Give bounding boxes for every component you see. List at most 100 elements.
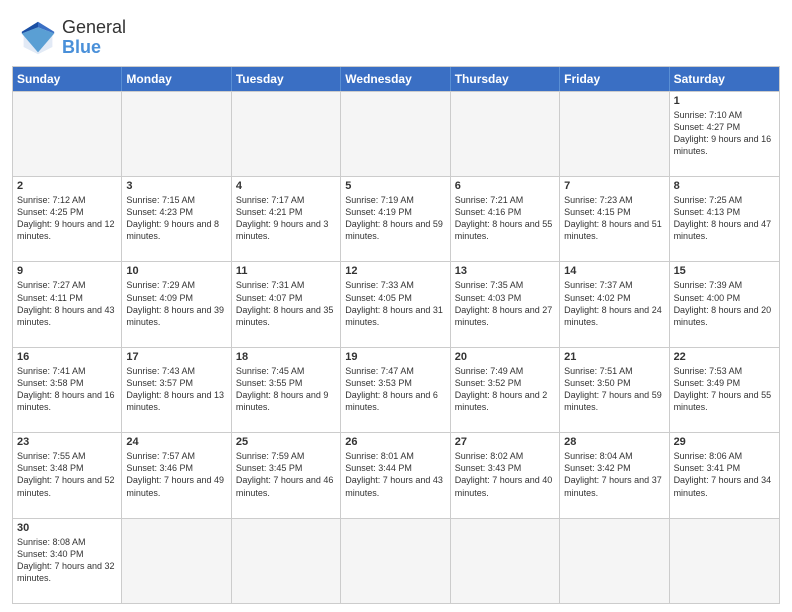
cell-sun-info: Sunrise: 8:01 AMSunset: 3:44 PMDaylight:…: [345, 450, 445, 499]
day-number: 27: [455, 436, 555, 448]
day-number: 5: [345, 180, 445, 192]
header-day-sunday: Sunday: [13, 67, 122, 91]
cell-sun-info: Sunrise: 7:43 AMSunset: 3:57 PMDaylight:…: [126, 365, 226, 414]
day-number: 25: [236, 436, 336, 448]
empty-cell: [122, 92, 231, 176]
day-number: 30: [17, 522, 117, 534]
day-cell-11: 11 Sunrise: 7:31 AMSunset: 4:07 PMDayligh…: [232, 262, 341, 346]
empty-cell: [451, 519, 560, 603]
logo-icon: [20, 20, 56, 56]
day-cell-4: 4 Sunrise: 7:17 AMSunset: 4:21 PMDaylight…: [232, 177, 341, 261]
day-number: 19: [345, 351, 445, 363]
cell-sun-info: Sunrise: 7:37 AMSunset: 4:02 PMDaylight:…: [564, 279, 664, 328]
empty-cell: [670, 519, 779, 603]
day-cell-13: 13 Sunrise: 7:35 AMSunset: 4:03 PMDayligh…: [451, 262, 560, 346]
day-number: 6: [455, 180, 555, 192]
day-cell-14: 14 Sunrise: 7:37 AMSunset: 4:02 PMDayligh…: [560, 262, 669, 346]
header-day-wednesday: Wednesday: [341, 67, 450, 91]
day-number: 20: [455, 351, 555, 363]
day-number: 9: [17, 265, 117, 277]
day-cell-1: 1 Sunrise: 7:10 AMSunset: 4:27 PMDaylight…: [670, 92, 779, 176]
cell-sun-info: Sunrise: 7:55 AMSunset: 3:48 PMDaylight:…: [17, 450, 117, 499]
cell-sun-info: Sunrise: 7:21 AMSunset: 4:16 PMDaylight:…: [455, 194, 555, 243]
calendar-row-1: 2Sunrise: 7:12 AMSunset: 4:25 PMDaylight…: [13, 176, 779, 261]
day-number: 26: [345, 436, 445, 448]
header-day-tuesday: Tuesday: [232, 67, 341, 91]
cell-sun-info: Sunrise: 7:35 AMSunset: 4:03 PMDaylight:…: [455, 279, 555, 328]
calendar-row-0: 1 Sunrise: 7:10 AMSunset: 4:27 PMDaylight…: [13, 91, 779, 176]
day-number: 29: [674, 436, 775, 448]
day-cell-3: 3 Sunrise: 7:15 AMSunset: 4:23 PMDaylight…: [122, 177, 231, 261]
page: General Blue SundayMondayTuesdayWednesda…: [0, 0, 792, 612]
day-number: 3: [126, 180, 226, 192]
day-cell-25: 25Sunrise: 7:59 AMSunset: 3:45 PMDayligh…: [232, 433, 341, 517]
header-day-monday: Monday: [122, 67, 231, 91]
cell-sun-info: Sunrise: 7:19 AMSunset: 4:19 PMDaylight:…: [345, 194, 445, 243]
day-number: 10: [126, 265, 226, 277]
calendar-row-2: 9Sunrise: 7:27 AMSunset: 4:11 PMDaylight…: [13, 261, 779, 346]
cell-sun-info: Sunrise: 7:47 AMSunset: 3:53 PMDaylight:…: [345, 365, 445, 414]
cell-sun-info: Sunrise: 8:02 AMSunset: 3:43 PMDaylight:…: [455, 450, 555, 499]
day-number: 24: [126, 436, 226, 448]
cell-sun-info: Sunrise: 7:10 AMSunset: 4:27 PMDaylight:…: [674, 109, 775, 158]
day-cell-24: 24 Sunrise: 7:57 AMSunset: 3:46 PMDayligh…: [122, 433, 231, 517]
day-cell-26: 26 Sunrise: 8:01 AMSunset: 3:44 PMDayligh…: [341, 433, 450, 517]
day-number: 8: [674, 180, 775, 192]
empty-cell: [560, 519, 669, 603]
logo-text: General Blue: [62, 18, 126, 58]
day-cell-17: 17 Sunrise: 7:43 AMSunset: 3:57 PMDayligh…: [122, 348, 231, 432]
day-number: 17: [126, 351, 226, 363]
header-day-thursday: Thursday: [451, 67, 560, 91]
day-number: 15: [674, 265, 775, 277]
day-cell-22: 22Sunrise: 7:53 AMSunset: 3:49 PMDayligh…: [670, 348, 779, 432]
day-number: 11: [236, 265, 336, 277]
cell-sun-info: Sunrise: 7:57 AMSunset: 3:46 PMDaylight:…: [126, 450, 226, 499]
day-cell-19: 19 Sunrise: 7:47 AMSunset: 3:53 PMDayligh…: [341, 348, 450, 432]
cell-sun-info: Sunrise: 7:25 AMSunset: 4:13 PMDaylight:…: [674, 194, 775, 243]
day-cell-2: 2Sunrise: 7:12 AMSunset: 4:25 PMDaylight…: [13, 177, 122, 261]
header: General Blue: [0, 0, 792, 66]
empty-cell: [232, 92, 341, 176]
day-number: 4: [236, 180, 336, 192]
cell-sun-info: Sunrise: 7:31 AMSunset: 4:07 PMDaylight:…: [236, 279, 336, 328]
day-number: 16: [17, 351, 117, 363]
day-number: 21: [564, 351, 664, 363]
cell-sun-info: Sunrise: 7:33 AMSunset: 4:05 PMDaylight:…: [345, 279, 445, 328]
empty-cell: [560, 92, 669, 176]
calendar: SundayMondayTuesdayWednesdayThursdayFrid…: [12, 66, 780, 604]
header-day-friday: Friday: [560, 67, 669, 91]
calendar-row-4: 23Sunrise: 7:55 AMSunset: 3:48 PMDayligh…: [13, 432, 779, 517]
empty-cell: [451, 92, 560, 176]
cell-sun-info: Sunrise: 7:17 AMSunset: 4:21 PMDaylight:…: [236, 194, 336, 243]
day-cell-5: 5 Sunrise: 7:19 AMSunset: 4:19 PMDaylight…: [341, 177, 450, 261]
logo: General Blue: [20, 18, 126, 58]
calendar-header: SundayMondayTuesdayWednesdayThursdayFrid…: [13, 67, 779, 91]
cell-sun-info: Sunrise: 7:15 AMSunset: 4:23 PMDaylight:…: [126, 194, 226, 243]
empty-cell: [122, 519, 231, 603]
cell-sun-info: Sunrise: 7:12 AMSunset: 4:25 PMDaylight:…: [17, 194, 117, 243]
day-cell-16: 16Sunrise: 7:41 AMSunset: 3:58 PMDayligh…: [13, 348, 122, 432]
day-cell-8: 8 Sunrise: 7:25 AMSunset: 4:13 PMDaylight…: [670, 177, 779, 261]
day-number: 1: [674, 95, 775, 107]
day-cell-10: 10 Sunrise: 7:29 AMSunset: 4:09 PMDayligh…: [122, 262, 231, 346]
day-cell-29: 29 Sunrise: 8:06 AMSunset: 3:41 PMDayligh…: [670, 433, 779, 517]
day-cell-6: 6 Sunrise: 7:21 AMSunset: 4:16 PMDaylight…: [451, 177, 560, 261]
day-cell-28: 28Sunrise: 8:04 AMSunset: 3:42 PMDayligh…: [560, 433, 669, 517]
cell-sun-info: Sunrise: 8:06 AMSunset: 3:41 PMDaylight:…: [674, 450, 775, 499]
day-cell-27: 27 Sunrise: 8:02 AMSunset: 3:43 PMDayligh…: [451, 433, 560, 517]
day-number: 18: [236, 351, 336, 363]
cell-sun-info: Sunrise: 7:29 AMSunset: 4:09 PMDaylight:…: [126, 279, 226, 328]
cell-sun-info: Sunrise: 8:08 AMSunset: 3:40 PMDaylight:…: [17, 536, 117, 585]
day-cell-9: 9Sunrise: 7:27 AMSunset: 4:11 PMDaylight…: [13, 262, 122, 346]
empty-cell: [341, 92, 450, 176]
cell-sun-info: Sunrise: 7:53 AMSunset: 3:49 PMDaylight:…: [674, 365, 775, 414]
day-cell-18: 18 Sunrise: 7:45 AMSunset: 3:55 PMDayligh…: [232, 348, 341, 432]
cell-sun-info: Sunrise: 8:04 AMSunset: 3:42 PMDaylight:…: [564, 450, 664, 499]
empty-cell: [232, 519, 341, 603]
day-number: 14: [564, 265, 664, 277]
day-number: 13: [455, 265, 555, 277]
cell-sun-info: Sunrise: 7:51 AMSunset: 3:50 PMDaylight:…: [564, 365, 664, 414]
cell-sun-info: Sunrise: 7:45 AMSunset: 3:55 PMDaylight:…: [236, 365, 336, 414]
calendar-row-5: 30 Sunrise: 8:08 AMSunset: 3:40 PMDayligh…: [13, 518, 779, 603]
day-cell-20: 20Sunrise: 7:49 AMSunset: 3:52 PMDayligh…: [451, 348, 560, 432]
